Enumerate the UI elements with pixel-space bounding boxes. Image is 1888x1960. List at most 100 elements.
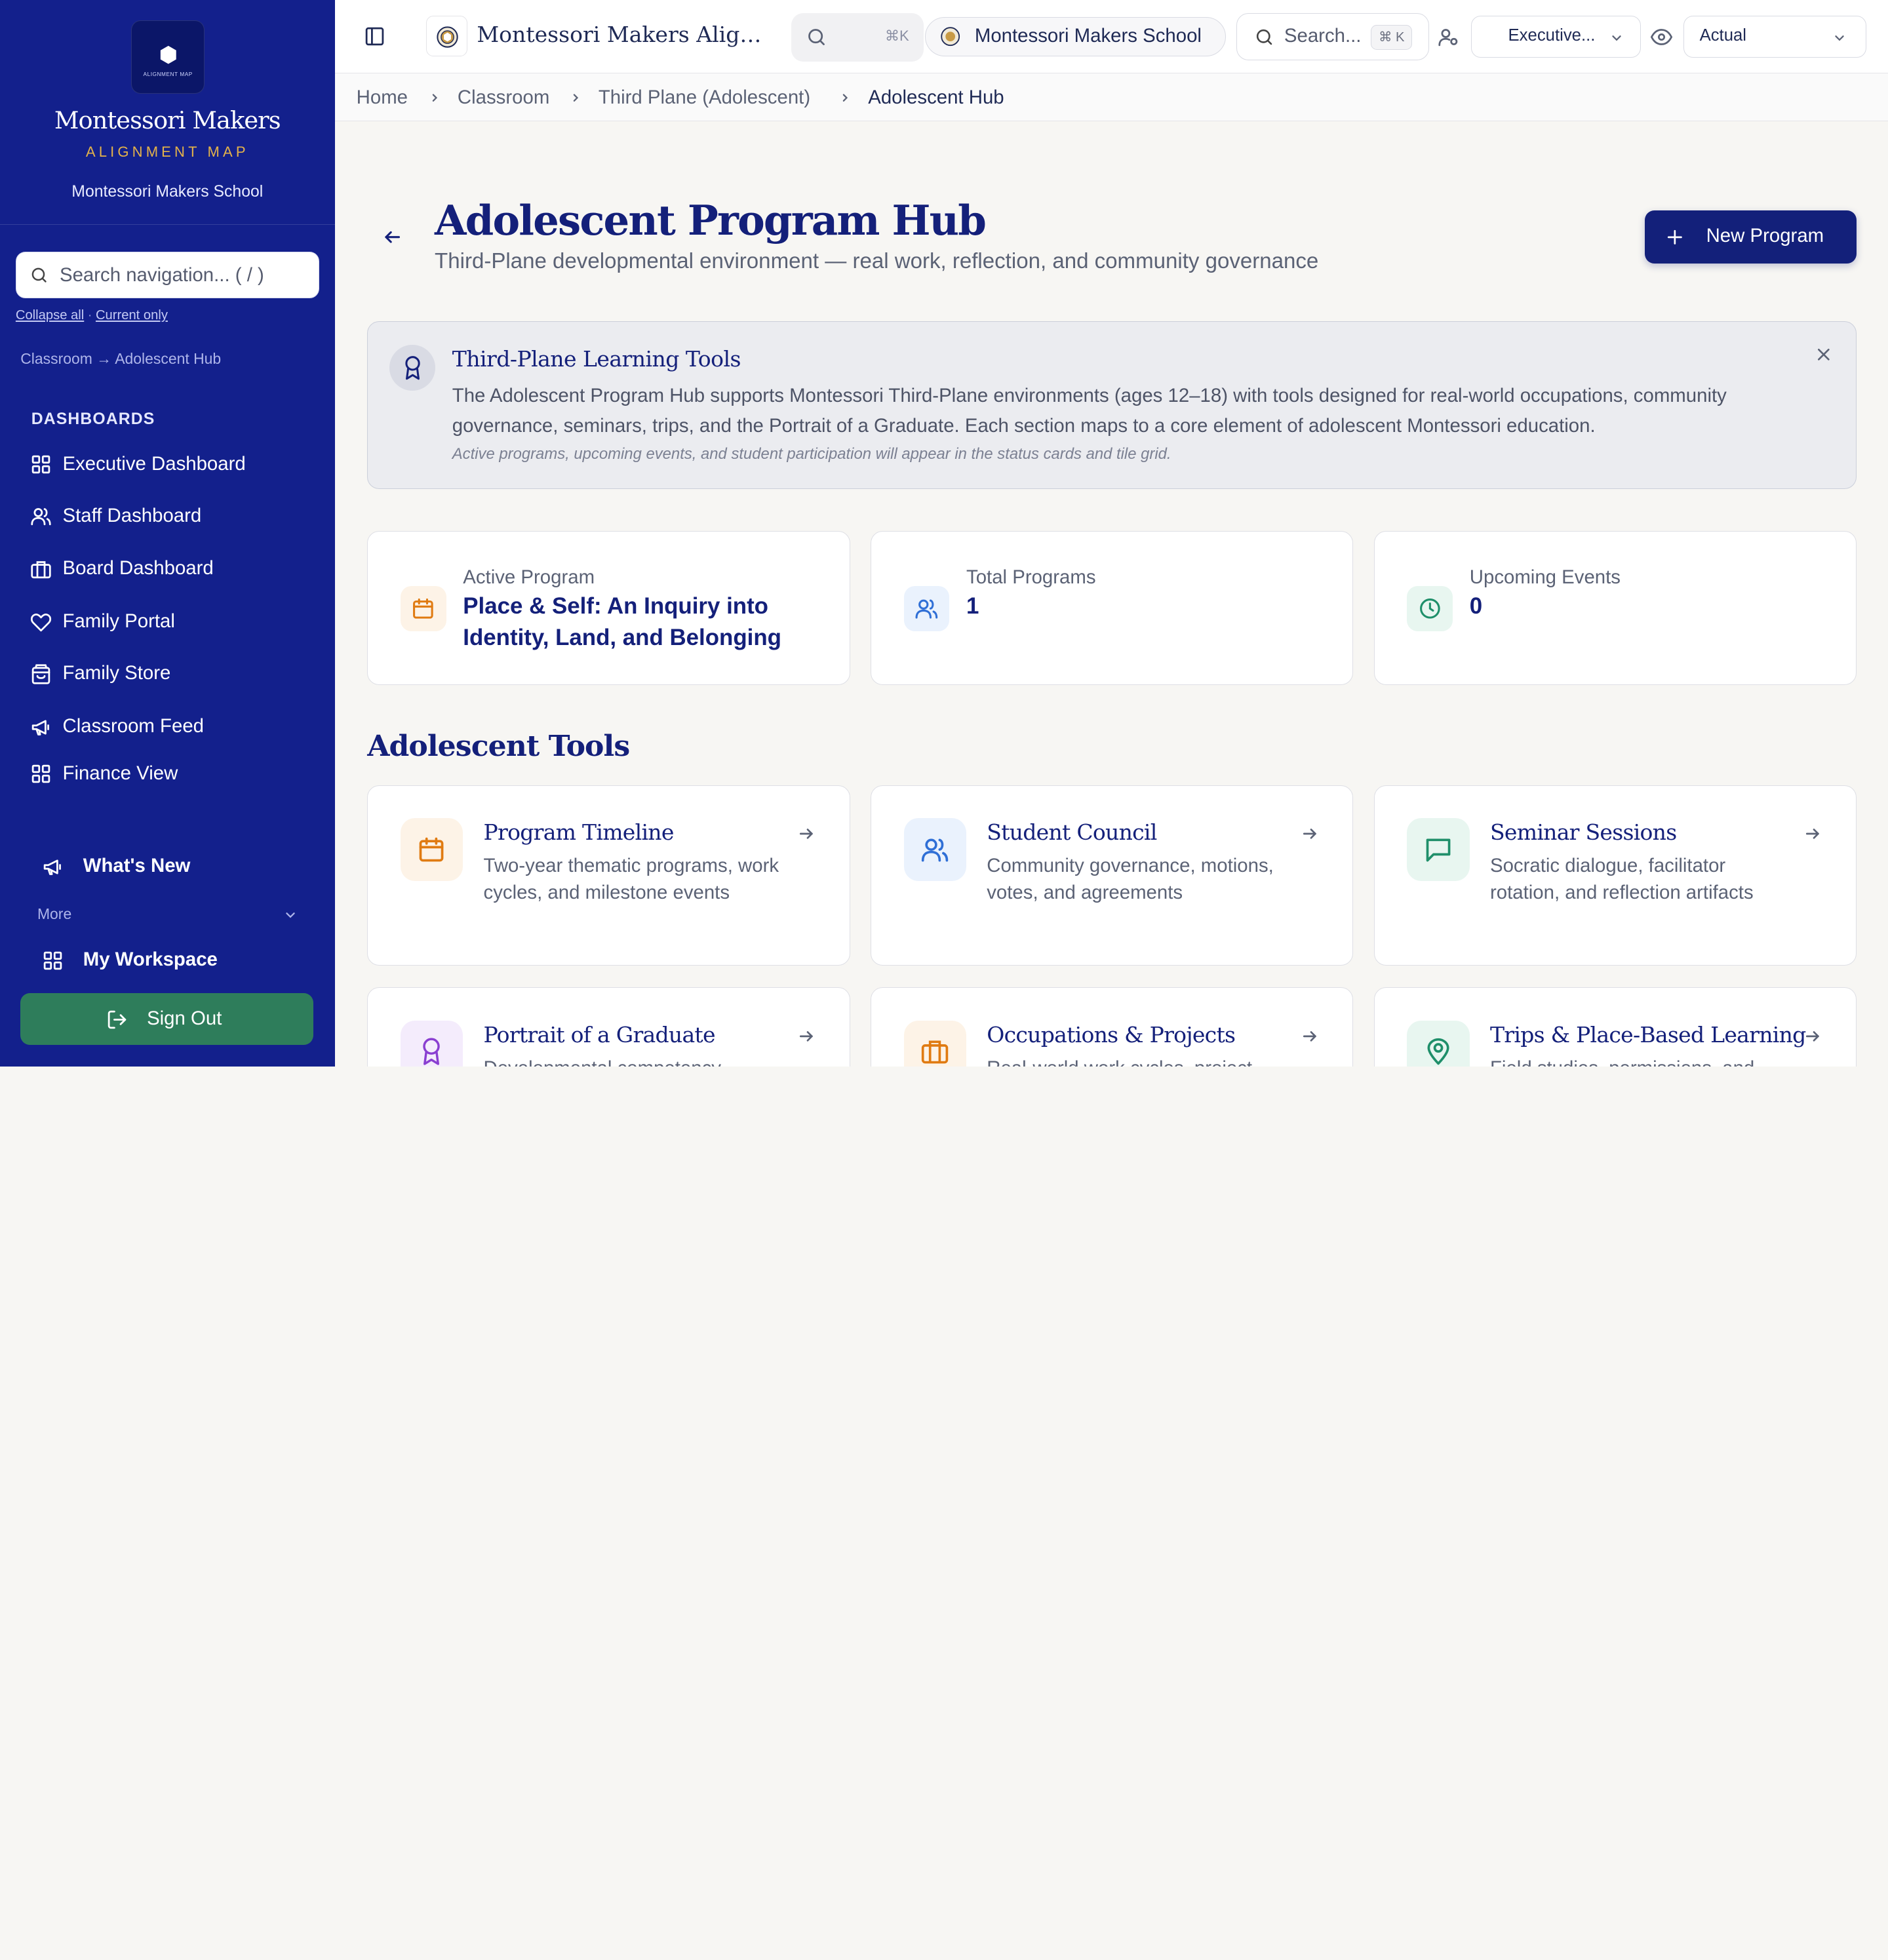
- tool-title: Program Timeline: [483, 819, 675, 845]
- stat-label: Upcoming Events: [1469, 566, 1621, 589]
- breadcrumb: Home Classroom Third Plane (Adolescent) …: [334, 73, 1888, 122]
- tool-card-trips-place-based-learning[interactable]: Trips & Place-Based Learning Field studi…: [1373, 987, 1857, 1067]
- tool-description: Socratic dialogue, facilitator rotation,…: [1489, 855, 1754, 903]
- chevron-right-icon: [842, 94, 848, 102]
- tool-card-portrait-of-a-graduate[interactable]: Portrait of a Graduate Developmental com…: [367, 987, 850, 1067]
- sign-out-button[interactable]: Sign Out: [20, 993, 313, 1046]
- tool-description: Two-year thematic programs, work cycles,…: [483, 855, 779, 903]
- tool-icon-badge: [400, 818, 463, 881]
- seal-icon: [437, 26, 458, 48]
- stat-icon-badge: [903, 585, 950, 632]
- chevron-right-icon: [432, 94, 437, 102]
- map-pin-icon: [1427, 1038, 1449, 1065]
- chevron-down-icon[interactable]: [283, 908, 298, 922]
- log-out-icon: [108, 1010, 126, 1029]
- sidebar-item-family-store[interactable]: Family Store: [0, 654, 335, 694]
- sidebar-item-family-portal[interactable]: Family Portal: [0, 602, 335, 642]
- sidebar: ALIGNMENT MAP Montessori Makers ALIGNMEN…: [0, 0, 335, 1067]
- shortcut-badge: ⌘ K: [1371, 24, 1413, 50]
- breadcrumb-classroom[interactable]: Classroom: [458, 87, 549, 109]
- stat-label: Total Programs: [966, 566, 1096, 589]
- sidebar-item-finance-view[interactable]: Finance View: [0, 754, 335, 794]
- stat-value: 0: [1469, 593, 1483, 619]
- school-switcher[interactable]: Montessori Makers School: [924, 16, 1226, 57]
- sidebar-item-my-workspace[interactable]: My Workspace: [0, 940, 335, 981]
- chevron-right-icon: [573, 94, 578, 102]
- breadcrumb-current: Adolescent Hub: [868, 87, 1004, 109]
- tool-card-occupations-projects[interactable]: Occupations & Projects Real-world work c…: [870, 987, 1354, 1067]
- user-settings-icon[interactable]: [1438, 26, 1459, 48]
- shortcut-hint: ⌘K: [884, 28, 909, 45]
- breadcrumb-third-plane[interactable]: Third Plane (Adolescent): [599, 87, 810, 109]
- seal-icon: [941, 27, 960, 47]
- app-logo[interactable]: [426, 15, 467, 57]
- stat-card-upcoming-events[interactable]: Upcoming Events 0: [1373, 530, 1857, 686]
- tool-card-student-council[interactable]: Student Council Community governance, mo…: [870, 785, 1354, 966]
- more-section-label[interactable]: More: [37, 905, 71, 923]
- briefcase-icon: [922, 1040, 949, 1064]
- global-search-label: Search...: [1284, 24, 1362, 47]
- sidebar-item-classroom-feed[interactable]: Classroom Feed: [0, 707, 335, 747]
- sidebar-item-staff-dashboard[interactable]: Staff Dashboard: [0, 496, 335, 537]
- stat-card-active-program[interactable]: Active Program Place & Self: An Inquiry …: [367, 530, 850, 686]
- nav-search-input[interactable]: [59, 260, 307, 290]
- briefcase-icon: [31, 561, 51, 579]
- new-program-button[interactable]: New Program: [1644, 210, 1857, 264]
- arrow-right-icon: [1806, 1030, 1820, 1042]
- collapse-all-link[interactable]: Collapse all: [16, 308, 84, 323]
- tool-icon-badge: [1407, 1020, 1470, 1067]
- stat-icon-badge: [1407, 585, 1453, 632]
- tool-icon-badge: [1407, 818, 1470, 881]
- section-title-dashboards: DASHBOARDS: [31, 410, 155, 429]
- current-only-link[interactable]: Current only: [96, 308, 168, 323]
- sidebar-item-label: Executive Dashboard: [62, 452, 246, 475]
- school-name: Montessori Makers School: [71, 183, 264, 201]
- chevron-down-icon: [1612, 35, 1621, 41]
- users-icon: [915, 599, 938, 619]
- new-program-label: New Program: [1706, 225, 1824, 247]
- banner-text: The Adolescent Program Hub supports Mont…: [452, 385, 1727, 437]
- heart-icon: [30, 614, 52, 632]
- tool-title: Seminar Sessions: [1489, 819, 1677, 845]
- sidebar-item-label: Board Dashboard: [62, 557, 214, 579]
- back-arrow-icon[interactable]: [383, 227, 402, 246]
- hexagon-icon: [161, 45, 177, 64]
- arrow-right-icon: [799, 829, 813, 839]
- view-mode-select[interactable]: Actual: [1683, 15, 1866, 58]
- tool-card-seminar-sessions[interactable]: Seminar Sessions Socratic dialogue, faci…: [1373, 785, 1857, 966]
- stat-value: Place & Self: An Inquiry into Identity, …: [463, 593, 781, 650]
- sidebar-current-path: Classroom → Adolescent Hub: [20, 350, 222, 368]
- shopping-bag-icon: [31, 664, 50, 684]
- stat-icon-badge: [400, 585, 446, 632]
- stat-label: Active Program: [463, 566, 595, 589]
- logo-caption: ALIGNMENT MAP: [143, 71, 193, 78]
- command-palette-button[interactable]: ⌘K: [791, 13, 924, 62]
- search-icon: [31, 267, 47, 283]
- tool-description: Community governance, motions, votes, an…: [987, 855, 1274, 903]
- banner-icon-badge: [389, 345, 436, 391]
- eye-icon[interactable]: [1651, 26, 1673, 48]
- grid-icon: [31, 765, 50, 783]
- app-root: ALIGNMENT MAP Montessori Makers ALIGNMEN…: [0, 0, 1888, 1067]
- sidebar-item-whats-new[interactable]: What's New: [0, 846, 335, 887]
- role-select[interactable]: Executive...: [1471, 15, 1642, 58]
- breadcrumb-home[interactable]: Home: [357, 87, 408, 109]
- stat-card-total-programs[interactable]: Total Programs 1: [870, 530, 1354, 686]
- sidebar-item-label: Staff Dashboard: [62, 504, 202, 526]
- sidebar-toggle-icon[interactable]: [364, 26, 385, 47]
- sidebar-item-label: Finance View: [62, 762, 178, 784]
- tool-card-program-timeline[interactable]: Program Timeline Two-year thematic progr…: [367, 785, 850, 966]
- sidebar-item-label: Classroom Feed: [62, 715, 205, 737]
- brand-name: Montessori Makers: [54, 106, 281, 134]
- global-search-button[interactable]: Search... ⌘ K: [1236, 13, 1430, 60]
- brand-logo[interactable]: ALIGNMENT MAP: [131, 20, 205, 94]
- sign-out-label: Sign Out: [147, 1008, 222, 1030]
- tool-title: Occupations & Projects: [987, 1021, 1236, 1048]
- tool-description: Developmental competency: [484, 1055, 791, 1067]
- sidebar-item-board-dashboard[interactable]: Board Dashboard: [0, 549, 335, 590]
- sidebar-item-executive-dashboard[interactable]: Executive Dashboard: [0, 444, 335, 485]
- award-icon: [423, 1038, 441, 1066]
- arrow-right-icon: [1303, 1030, 1316, 1042]
- close-icon[interactable]: [1815, 346, 1832, 363]
- grid-icon: [31, 456, 50, 474]
